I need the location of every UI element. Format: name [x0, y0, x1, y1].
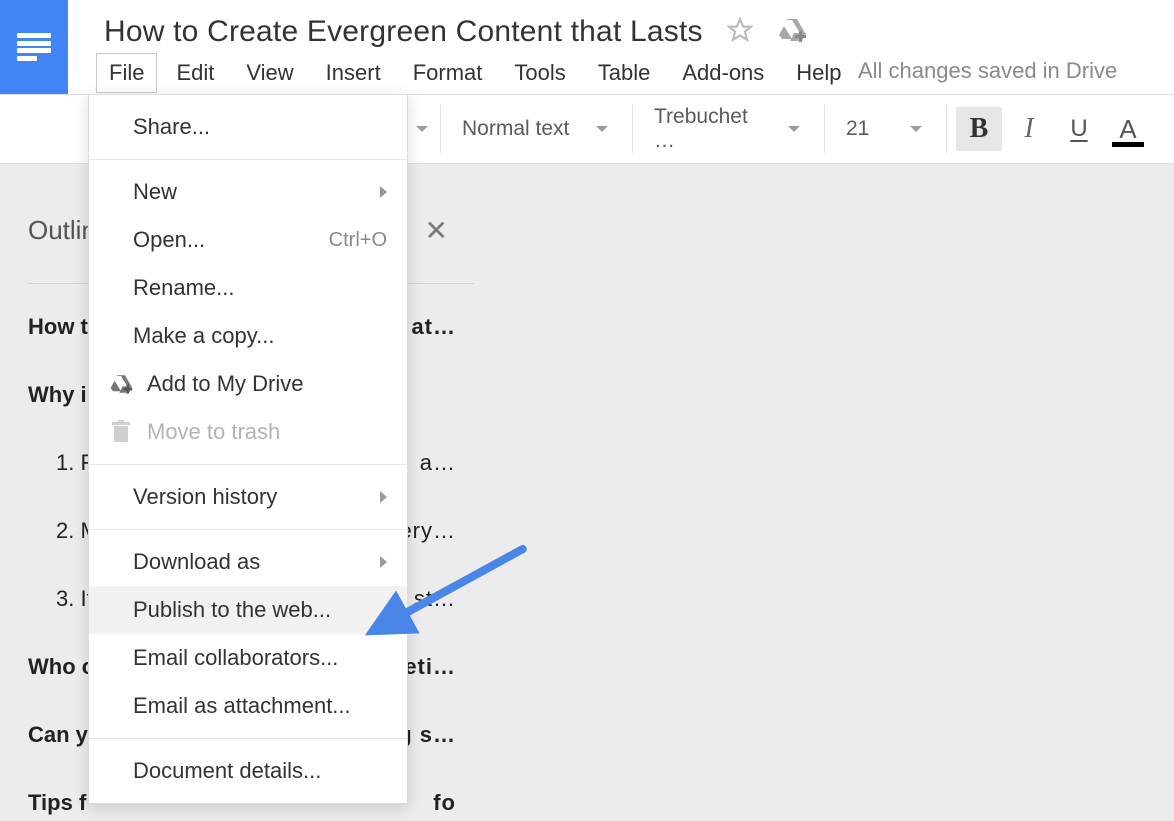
paragraph-style-dropdown[interactable]: Normal text: [440, 95, 630, 163]
menu-insert[interactable]: Insert: [313, 53, 394, 93]
menu-item-make-copy[interactable]: Make a copy...: [89, 312, 407, 360]
chevron-right-icon: [380, 491, 387, 503]
font-family-dropdown[interactable]: Trebuchet …: [632, 95, 822, 163]
menu-item-email-attachment[interactable]: Email as attachment...: [89, 682, 407, 730]
text-color-icon: A: [1119, 114, 1136, 145]
italic-icon: I: [1024, 113, 1033, 145]
menu-item-download-as[interactable]: Download as: [89, 538, 407, 586]
close-icon[interactable]: ✕: [417, 210, 456, 251]
menu-item-move-to-trash: Move to trash: [89, 408, 407, 456]
bold-icon: B: [970, 113, 989, 145]
menu-item-document-details[interactable]: Document details...: [89, 747, 407, 795]
file-menu-dropdown: Share... New Open...Ctrl+O Rename... Mak…: [88, 94, 408, 804]
menu-item-email-collaborators[interactable]: Email collaborators...: [89, 634, 407, 682]
menu-item-share[interactable]: Share...: [89, 103, 407, 151]
docs-logo[interactable]: [0, 0, 68, 94]
shortcut-label: Ctrl+O: [329, 229, 387, 252]
menu-addons[interactable]: Add-ons: [669, 53, 777, 93]
save-status[interactable]: All changes saved in Drive: [858, 58, 1117, 84]
menu-item-publish-to-web[interactable]: Publish to the web...: [89, 586, 407, 634]
paragraph-style-label: Normal text: [462, 117, 569, 141]
chevron-down-icon: [910, 126, 922, 132]
drive-add-icon: [109, 373, 133, 395]
underline-button[interactable]: U: [1056, 107, 1102, 151]
menu-table[interactable]: Table: [585, 53, 664, 93]
chevron-down-icon[interactable]: [416, 126, 428, 132]
bold-button[interactable]: B: [956, 107, 1002, 151]
star-icon[interactable]: [727, 17, 753, 48]
font-size-dropdown[interactable]: 21: [824, 95, 944, 163]
underline-icon: U: [1070, 115, 1087, 143]
text-color-bar: [1112, 142, 1144, 147]
chevron-down-icon: [788, 126, 800, 132]
menu-view[interactable]: View: [233, 53, 306, 93]
menubar: File Edit View Insert Format Tools Table…: [96, 52, 855, 94]
menu-item-new[interactable]: New: [89, 168, 407, 216]
chevron-right-icon: [380, 556, 387, 568]
outline-title: Outlin: [28, 215, 96, 246]
menu-item-open[interactable]: Open...Ctrl+O: [89, 216, 407, 264]
docs-logo-icon: [17, 33, 51, 61]
menu-item-rename[interactable]: Rename...: [89, 264, 407, 312]
menu-edit[interactable]: Edit: [163, 53, 227, 93]
menu-file[interactable]: File: [96, 53, 157, 93]
trash-icon: [109, 420, 133, 444]
text-color-button[interactable]: A: [1106, 107, 1150, 151]
menu-item-add-to-drive[interactable]: Add to My Drive: [89, 360, 407, 408]
font-size-value: 21: [846, 117, 869, 141]
chevron-down-icon: [596, 126, 608, 132]
menu-format[interactable]: Format: [400, 53, 496, 93]
chevron-right-icon: [380, 186, 387, 198]
document-title[interactable]: How to Create Evergreen Content that Las…: [104, 15, 703, 49]
menu-help[interactable]: Help: [783, 53, 854, 93]
font-family-label: Trebuchet …: [654, 105, 768, 153]
title-row: How to Create Evergreen Content that Las…: [104, 12, 1164, 52]
menu-tools[interactable]: Tools: [501, 53, 578, 93]
menu-item-version-history[interactable]: Version history: [89, 473, 407, 521]
italic-button[interactable]: I: [1006, 107, 1052, 151]
move-to-drive-icon[interactable]: [777, 16, 807, 49]
